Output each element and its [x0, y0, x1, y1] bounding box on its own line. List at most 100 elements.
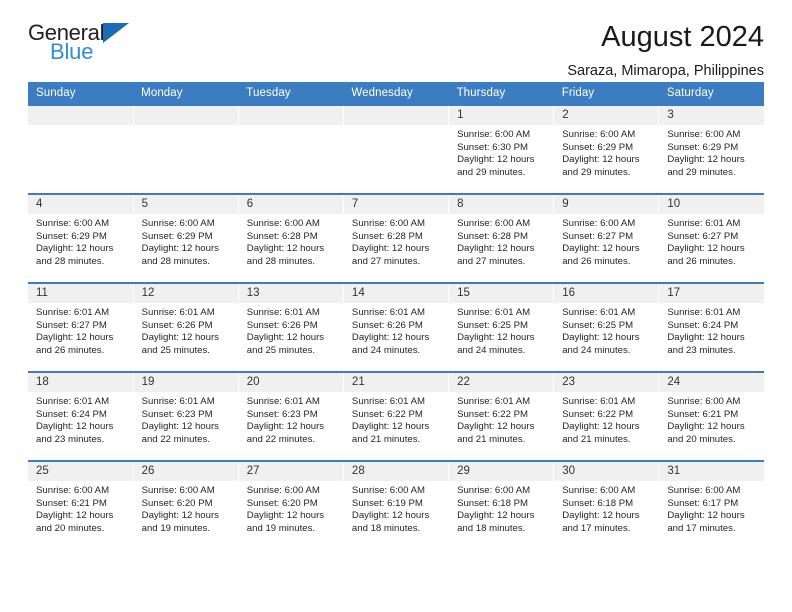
- calendar-day-cell[interactable]: 2 Sunrise: 6:00 AM Sunset: 6:29 PM Daylight…: [553, 104, 660, 194]
- calendar-day-cell[interactable]: 8 Sunrise: 6:00 AM Sunset: 6:28 PM Daylight…: [448, 193, 555, 283]
- calendar-day-cell[interactable]: 25 Sunrise: 6:00 AM Sunset: 6:21 PM Dayligh…: [28, 460, 134, 550]
- sunrise-time: Sunrise: 6:01 AM: [457, 307, 531, 318]
- daylight-duration-line2: and 29 minutes.: [562, 166, 631, 178]
- day-number: 20: [238, 373, 343, 392]
- day-details: Sunrise: 6:01 AM Sunset: 6:26 PM Daylight:…: [239, 303, 343, 357]
- calendar-day-cell[interactable]: 24 Sunrise: 6:00 AM Sunset: 6:21 PM Dayligh…: [658, 371, 764, 461]
- calendar-day-cell[interactable]: 1 Sunrise: 6:00 AM Sunset: 6:30 PM Daylight…: [448, 104, 555, 194]
- daylight-duration-line2: and 17 minutes.: [562, 522, 631, 534]
- calendar-day-cell[interactable]: 9 Sunrise: 6:00 AM Sunset: 6:27 PM Daylight…: [553, 193, 660, 283]
- day-details: Sunrise: 6:00 AM Sunset: 6:18 PM Daylight:…: [449, 481, 553, 535]
- daylight-duration-line2: and 25 minutes.: [141, 344, 210, 356]
- calendar-day-cell[interactable]: 28 Sunrise: 6:00 AM Sunset: 6:19 PM Dayligh…: [343, 460, 450, 550]
- daylight-duration-line1: Daylight: 12 hours: [36, 510, 114, 522]
- daylight-duration-line1: Daylight: 12 hours: [36, 243, 114, 255]
- day-number: 3: [659, 106, 764, 125]
- calendar-day-cell[interactable]: 3 Sunrise: 6:00 AM Sunset: 6:29 PM Daylight…: [658, 104, 764, 194]
- sunrise-time: Sunrise: 6:00 AM: [246, 218, 320, 229]
- daylight-duration-line2: and 28 minutes.: [141, 255, 210, 267]
- day-details: Sunrise: 6:00 AM Sunset: 6:29 PM Daylight:…: [659, 125, 764, 179]
- daylight-duration-line2: and 21 minutes.: [351, 433, 421, 445]
- sunset-time: Sunset: 6:29 PM: [141, 230, 213, 242]
- day-number: 11: [28, 284, 133, 303]
- calendar-day-cell[interactable]: 19 Sunrise: 6:01 AM Sunset: 6:23 PM Dayligh…: [133, 371, 239, 461]
- daylight-duration-line2: and 26 minutes.: [667, 255, 736, 267]
- daylight-duration-line1: Daylight: 12 hours: [141, 332, 219, 344]
- daylight-duration-line2: and 28 minutes.: [246, 255, 316, 267]
- calendar-day-cell[interactable]: 14 Sunrise: 6:01 AM Sunset: 6:26 PM Dayligh…: [343, 282, 450, 372]
- calendar-day-cell[interactable]: 4 Sunrise: 6:00 AM Sunset: 6:29 PM Daylight…: [28, 193, 134, 283]
- day-number: 9: [554, 195, 659, 214]
- daylight-duration-line2: and 19 minutes.: [246, 522, 316, 534]
- daylight-duration-line2: and 19 minutes.: [141, 522, 210, 534]
- day-details: Sunrise: 6:00 AM Sunset: 6:27 PM Daylight:…: [554, 214, 658, 268]
- day-details: Sunrise: 6:01 AM Sunset: 6:25 PM Daylight:…: [449, 303, 553, 357]
- calendar-day-cell[interactable]: 10 Sunrise: 6:01 AM Sunset: 6:27 PM Dayligh…: [658, 193, 764, 283]
- sunrise-time: Sunrise: 6:01 AM: [141, 307, 215, 318]
- sunset-time: Sunset: 6:20 PM: [246, 497, 318, 509]
- day-number: 5: [133, 195, 238, 214]
- calendar-day-cell[interactable]: 6 Sunrise: 6:00 AM Sunset: 6:28 PM Daylight…: [238, 193, 344, 283]
- day-number: 12: [133, 284, 238, 303]
- calendar-day-cell[interactable]: 29 Sunrise: 6:00 AM Sunset: 6:18 PM Dayligh…: [448, 460, 555, 550]
- daylight-duration-line1: Daylight: 12 hours: [246, 332, 325, 344]
- sunset-time: Sunset: 6:26 PM: [141, 319, 213, 331]
- calendar-day-cell[interactable]: 23 Sunrise: 6:01 AM Sunset: 6:22 PM Dayligh…: [553, 371, 660, 461]
- day-number: 16: [554, 284, 659, 303]
- calendar-day-cell[interactable]: 13 Sunrise: 6:01 AM Sunset: 6:26 PM Dayligh…: [238, 282, 344, 372]
- sunrise-time: Sunrise: 6:01 AM: [141, 396, 215, 407]
- calendar-day-cell[interactable]: 21 Sunrise: 6:01 AM Sunset: 6:22 PM Dayligh…: [343, 371, 450, 461]
- calendar-page: General Blue August 2024 Saraza, Mimarop…: [0, 0, 792, 612]
- calendar-day-cell[interactable]: 31 Sunrise: 6:00 AM Sunset: 6:17 PM Dayligh…: [658, 460, 764, 550]
- day-number: 14: [343, 284, 449, 303]
- sunset-time: Sunset: 6:21 PM: [667, 408, 739, 420]
- day-number: 21: [343, 373, 449, 392]
- sunset-time: Sunset: 6:27 PM: [667, 230, 739, 242]
- calendar-day-cell[interactable]: 7 Sunrise: 6:00 AM Sunset: 6:28 PM Daylight…: [343, 193, 450, 283]
- sunrise-time: Sunrise: 6:01 AM: [351, 396, 425, 407]
- daylight-duration-line1: Daylight: 12 hours: [246, 243, 325, 255]
- calendar-day-cell[interactable]: 20 Sunrise: 6:01 AM Sunset: 6:23 PM Dayligh…: [238, 371, 344, 461]
- daylight-duration-line1: Daylight: 12 hours: [457, 510, 535, 522]
- daylight-duration-line1: Daylight: 12 hours: [667, 421, 745, 433]
- daylight-duration-line1: Daylight: 12 hours: [36, 421, 114, 433]
- calendar-day-cell[interactable]: 12 Sunrise: 6:01 AM Sunset: 6:26 PM Dayligh…: [133, 282, 239, 372]
- page-title: August 2024: [601, 21, 764, 53]
- daylight-duration-line1: Daylight: 12 hours: [351, 510, 430, 522]
- day-details: Sunrise: 6:00 AM Sunset: 6:20 PM Daylight:…: [239, 481, 343, 535]
- generalblue-logo[interactable]: General Blue: [28, 22, 148, 63]
- day-number: 28: [343, 462, 449, 481]
- day-number: 1: [449, 106, 554, 125]
- sunset-time: Sunset: 6:26 PM: [351, 319, 423, 331]
- day-details: Sunrise: 6:00 AM Sunset: 6:18 PM Daylight:…: [554, 481, 658, 535]
- calendar-day-cell[interactable]: 22 Sunrise: 6:01 AM Sunset: 6:22 PM Dayligh…: [448, 371, 555, 461]
- calendar-day-cell[interactable]: 26 Sunrise: 6:00 AM Sunset: 6:20 PM Dayligh…: [133, 460, 239, 550]
- sunset-time: Sunset: 6:18 PM: [562, 497, 634, 509]
- day-number: 6: [238, 195, 343, 214]
- weekday-header-sunday: Sunday: [28, 82, 134, 105]
- sunrise-time: Sunrise: 6:00 AM: [667, 396, 741, 407]
- calendar-day-cell[interactable]: 5 Sunrise: 6:00 AM Sunset: 6:29 PM Daylight…: [133, 193, 239, 283]
- day-number: 13: [238, 284, 343, 303]
- calendar-day-cell[interactable]: 16 Sunrise: 6:01 AM Sunset: 6:25 PM Dayligh…: [553, 282, 660, 372]
- calendar-day-cell[interactable]: 30 Sunrise: 6:00 AM Sunset: 6:18 PM Dayligh…: [553, 460, 660, 550]
- calendar-day-cell[interactable]: 17 Sunrise: 6:01 AM Sunset: 6:24 PM Dayligh…: [658, 282, 764, 372]
- daylight-duration-line2: and 29 minutes.: [667, 166, 736, 178]
- sunset-time: Sunset: 6:28 PM: [457, 230, 528, 242]
- weekday-header-wednesday: Wednesday: [343, 82, 449, 105]
- daylight-duration-line1: Daylight: 12 hours: [141, 510, 219, 522]
- calendar-day-cell[interactable]: 11 Sunrise: 6:01 AM Sunset: 6:27 PM Dayligh…: [28, 282, 134, 372]
- day-details: Sunrise: 6:00 AM Sunset: 6:30 PM Daylight:…: [449, 125, 553, 179]
- sunrise-time: Sunrise: 6:01 AM: [667, 307, 741, 318]
- calendar-day-cell[interactable]: 15 Sunrise: 6:01 AM Sunset: 6:25 PM Dayligh…: [448, 282, 555, 372]
- daylight-duration-line1: Daylight: 12 hours: [562, 332, 640, 344]
- sunset-time: Sunset: 6:23 PM: [141, 408, 213, 420]
- day-details: Sunrise: 6:01 AM Sunset: 6:26 PM Daylight:…: [344, 303, 448, 357]
- sunrise-time: Sunrise: 6:01 AM: [246, 307, 320, 318]
- sunset-time: Sunset: 6:28 PM: [246, 230, 318, 242]
- calendar-day-cell[interactable]: 27 Sunrise: 6:00 AM Sunset: 6:20 PM Dayligh…: [238, 460, 344, 550]
- sunrise-time: Sunrise: 6:00 AM: [562, 129, 636, 140]
- calendar-day-cell[interactable]: 18 Sunrise: 6:01 AM Sunset: 6:24 PM Dayligh…: [28, 371, 134, 461]
- day-number: 15: [449, 284, 554, 303]
- daylight-duration-line1: Daylight: 12 hours: [562, 510, 640, 522]
